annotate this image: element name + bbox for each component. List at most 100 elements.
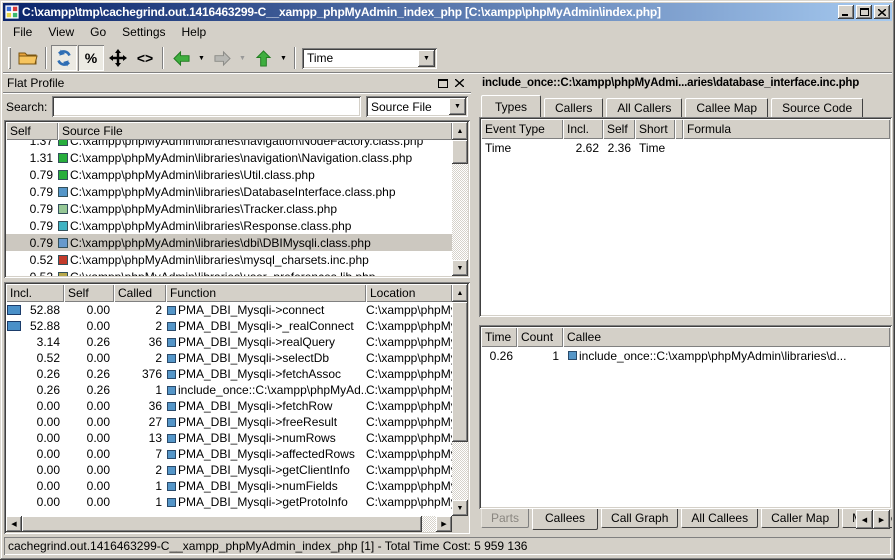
column-header-self[interactable]: Self xyxy=(603,119,635,139)
function-row[interactable]: 0.00 0.00 2 PMA_DBI_Mysqli->getClientInf… xyxy=(6,462,452,478)
back-button[interactable] xyxy=(168,45,194,71)
file-row[interactable]: 0.79 C:\xampp\phpMyAdmin\libraries\Track… xyxy=(6,200,452,217)
tab-call-graph[interactable]: Call Graph xyxy=(601,509,678,528)
function-row[interactable]: 0.00 0.00 7 PMA_DBI_Mysqli->affectedRows… xyxy=(6,446,452,462)
vertical-scrollbar[interactable]: ▼ xyxy=(452,302,468,516)
file-row[interactable]: 0.52 C:\xampp\phpMyAdmin\libraries\mysql… xyxy=(6,251,452,268)
column-header-short[interactable]: Short xyxy=(635,119,675,139)
file-row[interactable]: 1.37 C:\xampp\phpMyAdmin\libraries\navig… xyxy=(6,140,452,149)
column-header-location[interactable]: Location xyxy=(366,284,452,302)
function-row[interactable]: 3.14 0.26 36 PMA_DBI_Mysqli->realQuery C… xyxy=(6,334,452,350)
file-row[interactable]: 0.79 C:\xampp\phpMyAdmin\libraries\Datab… xyxy=(6,183,452,200)
function-row[interactable]: 0.00 0.00 36 PMA_DBI_Mysqli->fetchRow C:… xyxy=(6,398,452,414)
time-cell[interactable]: 0.26 xyxy=(481,347,517,364)
file-row[interactable]: 0.79 C:\xampp\phpMyAdmin\libraries\Respo… xyxy=(6,217,452,234)
file-row[interactable]: 0.52 C:\xampp\phpMyAdmin\libraries\user_… xyxy=(6,268,452,276)
horizontal-scrollbar[interactable]: ◀ ▶ xyxy=(6,516,452,532)
menu-view[interactable]: View xyxy=(40,22,82,42)
forward-dropdown[interactable]: ▼ xyxy=(236,45,249,71)
scroll-up-icon[interactable]: ▲ xyxy=(452,284,468,302)
up-dropdown[interactable]: ▼ xyxy=(277,45,290,71)
scroll-up-icon[interactable]: ▲ xyxy=(452,122,468,140)
file-path: C:\xampp\phpMyAdmin\libraries\DatabaseIn… xyxy=(70,185,452,199)
tab-callee-map[interactable]: Callee Map xyxy=(685,98,768,117)
vertical-scrollbar[interactable]: ▼ xyxy=(452,140,468,276)
scrollbar-thumb[interactable] xyxy=(452,140,468,164)
function-row[interactable]: 52.88 0.00 2 PMA_DBI_Mysqli->connect C:\… xyxy=(6,302,452,318)
scroll-down-icon[interactable]: ▼ xyxy=(452,260,468,276)
scrollbar-thumb[interactable] xyxy=(452,302,468,442)
grouping-selector[interactable]: Source File ▼ xyxy=(366,96,468,117)
horizontal-splitter[interactable] xyxy=(479,317,892,325)
forward-button[interactable] xyxy=(209,45,235,71)
toolbar-handle[interactable] xyxy=(8,47,11,69)
file-row[interactable]: 0.79 C:\xampp\phpMyAdmin\libraries\Util.… xyxy=(6,166,452,183)
event-type-cell[interactable]: Time xyxy=(481,139,563,156)
minimize-button[interactable] xyxy=(838,5,854,19)
close-button[interactable] xyxy=(874,5,890,19)
tab-all-callees[interactable]: All Callees xyxy=(681,509,758,528)
tab-callers[interactable]: Callers xyxy=(544,98,603,117)
column-header-self[interactable]: Self xyxy=(64,284,114,302)
tab-caller-map[interactable]: Caller Map xyxy=(761,509,839,528)
back-dropdown[interactable]: ▼ xyxy=(195,45,208,71)
toolbar-separator xyxy=(45,47,47,69)
menu-file[interactable]: File xyxy=(5,22,40,42)
tab-all-callers[interactable]: All Callers xyxy=(606,98,682,117)
tab-parts[interactable]: Parts xyxy=(481,509,529,528)
column-header-function[interactable]: Function xyxy=(166,284,366,302)
menu-go[interactable]: Go xyxy=(82,22,114,42)
tab-callees[interactable]: Callees xyxy=(532,509,598,530)
column-header-formula[interactable]: Formula xyxy=(683,119,890,139)
function-row[interactable]: 0.52 0.00 2 PMA_DBI_Mysqli->selectDb C:\… xyxy=(6,350,452,366)
tab-scroll-right-icon[interactable]: ▶ xyxy=(873,510,890,529)
column-header-count[interactable]: Count xyxy=(517,327,563,347)
combo-dropdown-icon[interactable]: ▼ xyxy=(449,98,466,115)
menu-settings[interactable]: Settings xyxy=(114,22,173,42)
column-header-callee[interactable]: Callee xyxy=(563,327,890,347)
reload-button[interactable] xyxy=(51,45,77,71)
function-row[interactable]: 0.00 0.00 27 PMA_DBI_Mysqli->freeResult … xyxy=(6,414,452,430)
dock-titlebar[interactable]: Flat Profile xyxy=(3,74,471,93)
file-row[interactable]: 1.31 C:\xampp\phpMyAdmin\libraries\navig… xyxy=(6,149,452,166)
scroll-down-icon[interactable]: ▼ xyxy=(452,500,468,516)
percent-toggle-button[interactable]: % xyxy=(78,45,104,71)
column-header-incl[interactable]: Incl. xyxy=(6,284,64,302)
toolbar: % <> ▼ ▼ ▼ Time ▼ xyxy=(3,43,892,74)
location: C:\xampp\phpMy xyxy=(366,303,452,317)
scroll-right-icon[interactable]: ▶ xyxy=(436,516,452,532)
tab-types[interactable]: Types xyxy=(481,95,541,117)
column-header-called[interactable]: Called xyxy=(114,284,166,302)
search-input[interactable] xyxy=(52,96,361,117)
close-dock-button[interactable] xyxy=(451,76,467,90)
tab-scroll-left-icon[interactable]: ◀ xyxy=(856,510,873,529)
event-type-selector[interactable]: Time ▼ xyxy=(302,48,437,69)
function-row[interactable]: 0.26 0.26 376 PMA_DBI_Mysqli->fetchAssoc… xyxy=(6,366,452,382)
function-row[interactable]: 0.00 0.00 1 PMA_DBI_Mysqli->getProtoInfo… xyxy=(6,494,452,510)
vertical-splitter[interactable] xyxy=(471,74,479,534)
combo-dropdown-icon[interactable]: ▼ xyxy=(418,50,435,67)
column-header-self[interactable]: Self xyxy=(6,122,58,140)
function-row[interactable]: 0.26 0.26 1 include_once::C:\xampp\phpMy… xyxy=(6,382,452,398)
titlebar[interactable]: C:\xampp\tmp\cachegrind.out.1416463299-C… xyxy=(3,3,892,21)
column-header-source-file[interactable]: Source File xyxy=(58,122,452,140)
called-count: 1 xyxy=(114,479,166,493)
function-row[interactable]: 0.00 0.00 1 PMA_DBI_Mysqli->numFields C:… xyxy=(6,478,452,494)
function-row[interactable]: 52.88 0.00 2 PMA_DBI_Mysqli->_realConnec… xyxy=(6,318,452,334)
open-button[interactable] xyxy=(15,45,41,71)
column-header-event-type[interactable]: Event Type xyxy=(481,119,563,139)
up-button[interactable] xyxy=(250,45,276,71)
float-dock-button[interactable] xyxy=(435,76,451,90)
column-header-time[interactable]: Time xyxy=(481,327,517,347)
file-row-selected[interactable]: 0.79 C:\xampp\phpMyAdmin\libraries\dbi\D… xyxy=(6,234,452,251)
callee-cell[interactable]: include_once::C:\xampp\phpMyAdmin\librar… xyxy=(563,347,890,364)
menu-help[interactable]: Help xyxy=(174,22,215,42)
scrollbar-thumb[interactable] xyxy=(22,516,422,532)
cycle-detection-button[interactable]: <> xyxy=(132,45,158,71)
function-row[interactable]: 0.00 0.00 13 PMA_DBI_Mysqli->numRows C:\… xyxy=(6,430,452,446)
maximize-button[interactable] xyxy=(856,5,872,19)
expand-cost-button[interactable] xyxy=(105,45,131,71)
scroll-left-icon[interactable]: ◀ xyxy=(6,516,22,532)
column-header-incl[interactable]: Incl. xyxy=(563,119,603,139)
tab-source-code[interactable]: Source Code xyxy=(771,98,863,117)
